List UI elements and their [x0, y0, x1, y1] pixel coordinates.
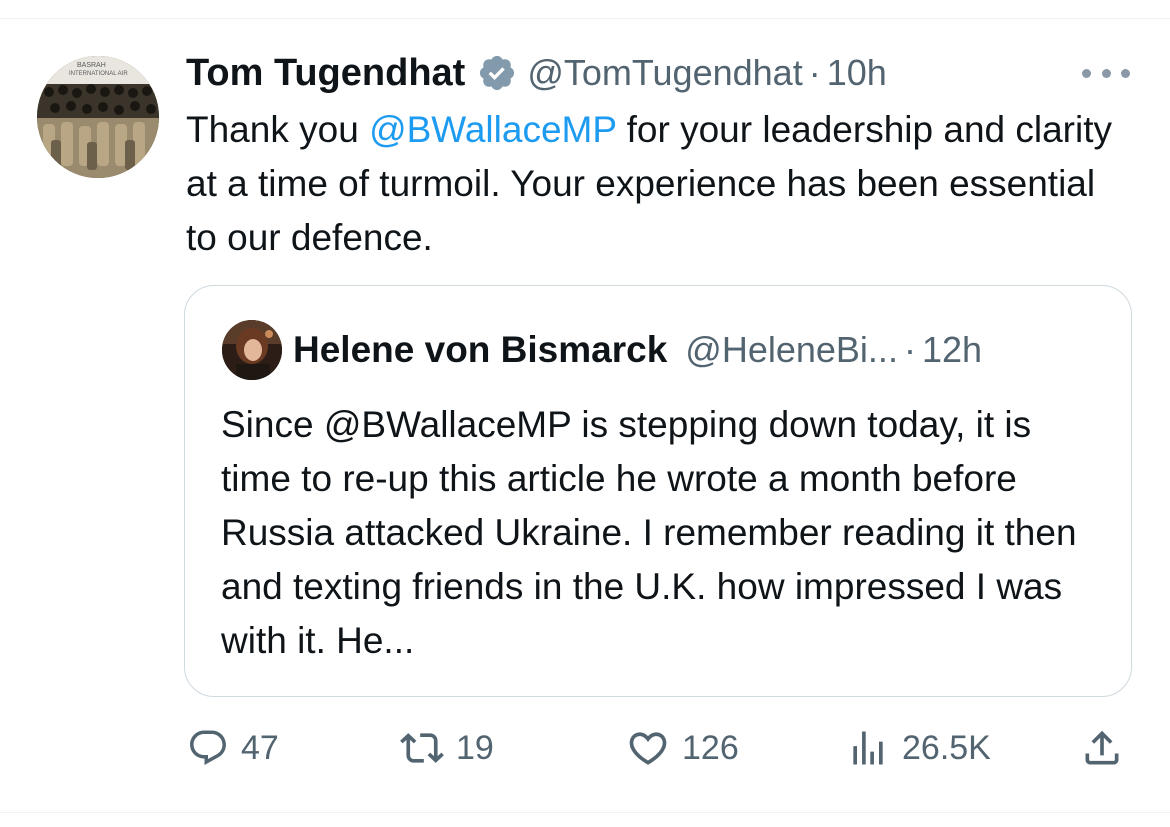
quoted-separator: · — [903, 329, 916, 370]
author-avatar[interactable]: BASRAH INTERNATIONAL AIR — [37, 56, 159, 178]
quoted-display-name[interactable]: Helene von Bismarck — [293, 329, 667, 371]
tweet-text-before: Thank you — [186, 109, 370, 150]
verified-badge-icon — [477, 53, 517, 93]
views-chart-icon — [853, 731, 883, 765]
quoted-timestamp[interactable]: 12h — [922, 329, 982, 371]
share-button[interactable] — [1080, 722, 1124, 774]
share-icon — [1085, 730, 1119, 765]
like-button[interactable]: 126 — [626, 722, 739, 774]
quoted-header: Helene von Bismarck @HeleneBi... · 12h — [293, 322, 982, 378]
svg-text:BASRAH: BASRAH — [77, 62, 106, 69]
retweet-button[interactable]: 19 — [400, 722, 494, 774]
header-separator: · — [808, 52, 821, 93]
reply-count: 47 — [241, 728, 279, 767]
heart-icon — [629, 732, 667, 765]
views-count: 26.5K — [902, 728, 991, 767]
tweet-timestamp[interactable]: 10h — [827, 52, 887, 94]
more-dot — [1121, 68, 1130, 78]
top-divider — [0, 18, 1170, 19]
reply-button[interactable]: 47 — [187, 722, 279, 774]
more-dot — [1082, 68, 1091, 78]
mention-link[interactable]: @BWallaceMP — [369, 109, 616, 150]
svg-text:INTERNATIONAL AIR: INTERNATIONAL AIR — [69, 71, 128, 77]
like-count: 126 — [682, 728, 739, 767]
author-handle[interactable]: @TomTugendhat — [527, 52, 802, 94]
quoted-handle[interactable]: @HeleneBi... — [685, 329, 898, 371]
tweet-text: Thank you @BWallaceMP for your leadershi… — [186, 103, 1136, 265]
more-horizontal-icon[interactable] — [1082, 60, 1130, 86]
retweet-icon — [400, 733, 444, 763]
quoted-text: Since @BWallaceMP is stepping down today… — [221, 404, 1077, 661]
quoted-author-avatar[interactable] — [222, 320, 282, 380]
tweet-header: Tom Tugendhat @TomTugendhat · 10h — [186, 48, 887, 98]
author-display-name[interactable]: Tom Tugendhat — [186, 52, 465, 95]
tweet-screen: BASRAH INTERNATIONAL AIR Tom Tugendhat @… — [0, 0, 1170, 827]
more-dot — [1101, 68, 1111, 78]
quoted-tweet-card[interactable]: Helene von Bismarck @HeleneBi... · 12h S… — [184, 285, 1132, 697]
basrah-airport-avatar-icon: BASRAH INTERNATIONAL AIR — [37, 56, 159, 178]
portrait-avatar-icon — [222, 320, 282, 380]
views-button[interactable]: 26.5K — [846, 722, 991, 774]
retweet-count: 19 — [456, 728, 494, 767]
reply-icon — [190, 730, 226, 765]
bottom-divider — [0, 812, 1170, 813]
